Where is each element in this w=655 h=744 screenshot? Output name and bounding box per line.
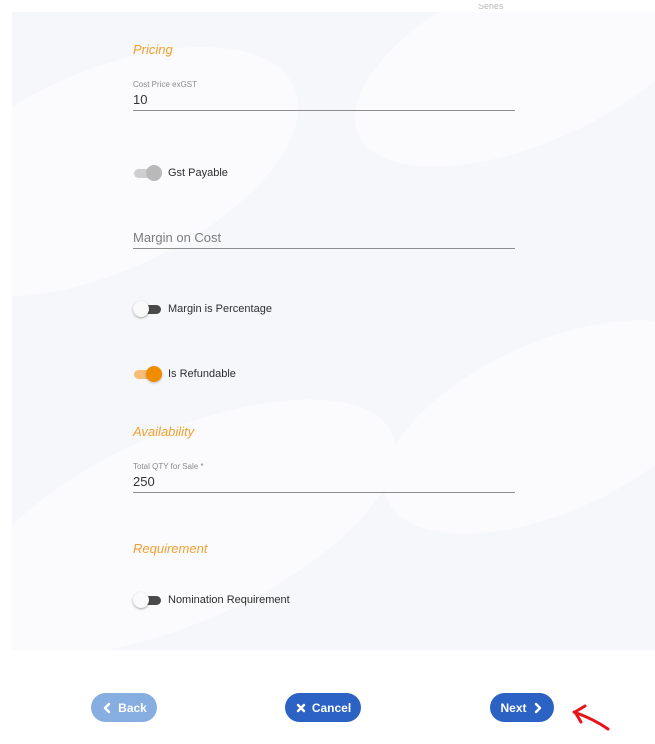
chevron-left-icon [103,702,111,713]
cost-price-field[interactable]: Cost Price exGST 10 [133,80,515,111]
back-button[interactable]: Back [91,693,157,722]
next-button-label: Next [500,700,527,715]
toggle-thumb [146,366,162,382]
nomination-requirement-row: Nomination Requirement [133,590,290,610]
back-button-label: Back [118,700,147,715]
gst-payable-label: Gst Payable [168,167,228,179]
cancel-button[interactable]: Cancel [285,693,361,722]
cost-price-value[interactable]: 10 [133,92,515,110]
margin-on-cost-field[interactable]: Margin on Cost [133,230,515,249]
toggle-thumb [146,165,162,181]
margin-is-percentage-row: Margin is Percentage [133,299,272,319]
gst-payable-row: Gst Payable [133,163,228,183]
toggle-thumb [133,301,149,317]
red-arrow-icon [572,704,610,731]
chevron-right-icon [534,702,541,713]
total-qty-label: Total QTY for Sale * [133,462,204,471]
product-form-page: Series Pricing Cost Price exGST 10 Gst P… [0,0,655,744]
section-title-requirement: Requirement [133,541,208,556]
nomination-requirement-toggle[interactable] [133,591,163,609]
nomination-requirement-label: Nomination Requirement [168,594,290,606]
margin-is-percentage-label: Margin is Percentage [168,303,272,315]
section-title-availability: Availability [133,424,195,439]
gst-payable-toggle[interactable] [133,164,163,182]
close-icon [296,703,306,712]
total-qty-value[interactable]: 250 [133,474,515,492]
section-title-pricing: Pricing [133,42,173,57]
is-refundable-label: Is Refundable [168,368,236,380]
is-refundable-toggle[interactable] [133,365,163,383]
clipped-header-text: Series [478,4,504,9]
margin-on-cost-placeholder: Margin on Cost [133,230,222,245]
next-button[interactable]: Next [490,693,554,722]
is-refundable-row: Is Refundable [133,364,236,384]
background-swoosh [323,12,655,212]
cancel-button-label: Cancel [311,700,352,715]
cost-price-label: Cost Price exGST [133,80,198,89]
background-swoosh [352,276,655,578]
margin-is-percentage-toggle[interactable] [133,300,163,318]
total-qty-field[interactable]: Total QTY for Sale * 250 [133,462,515,493]
toggle-thumb [133,592,149,608]
